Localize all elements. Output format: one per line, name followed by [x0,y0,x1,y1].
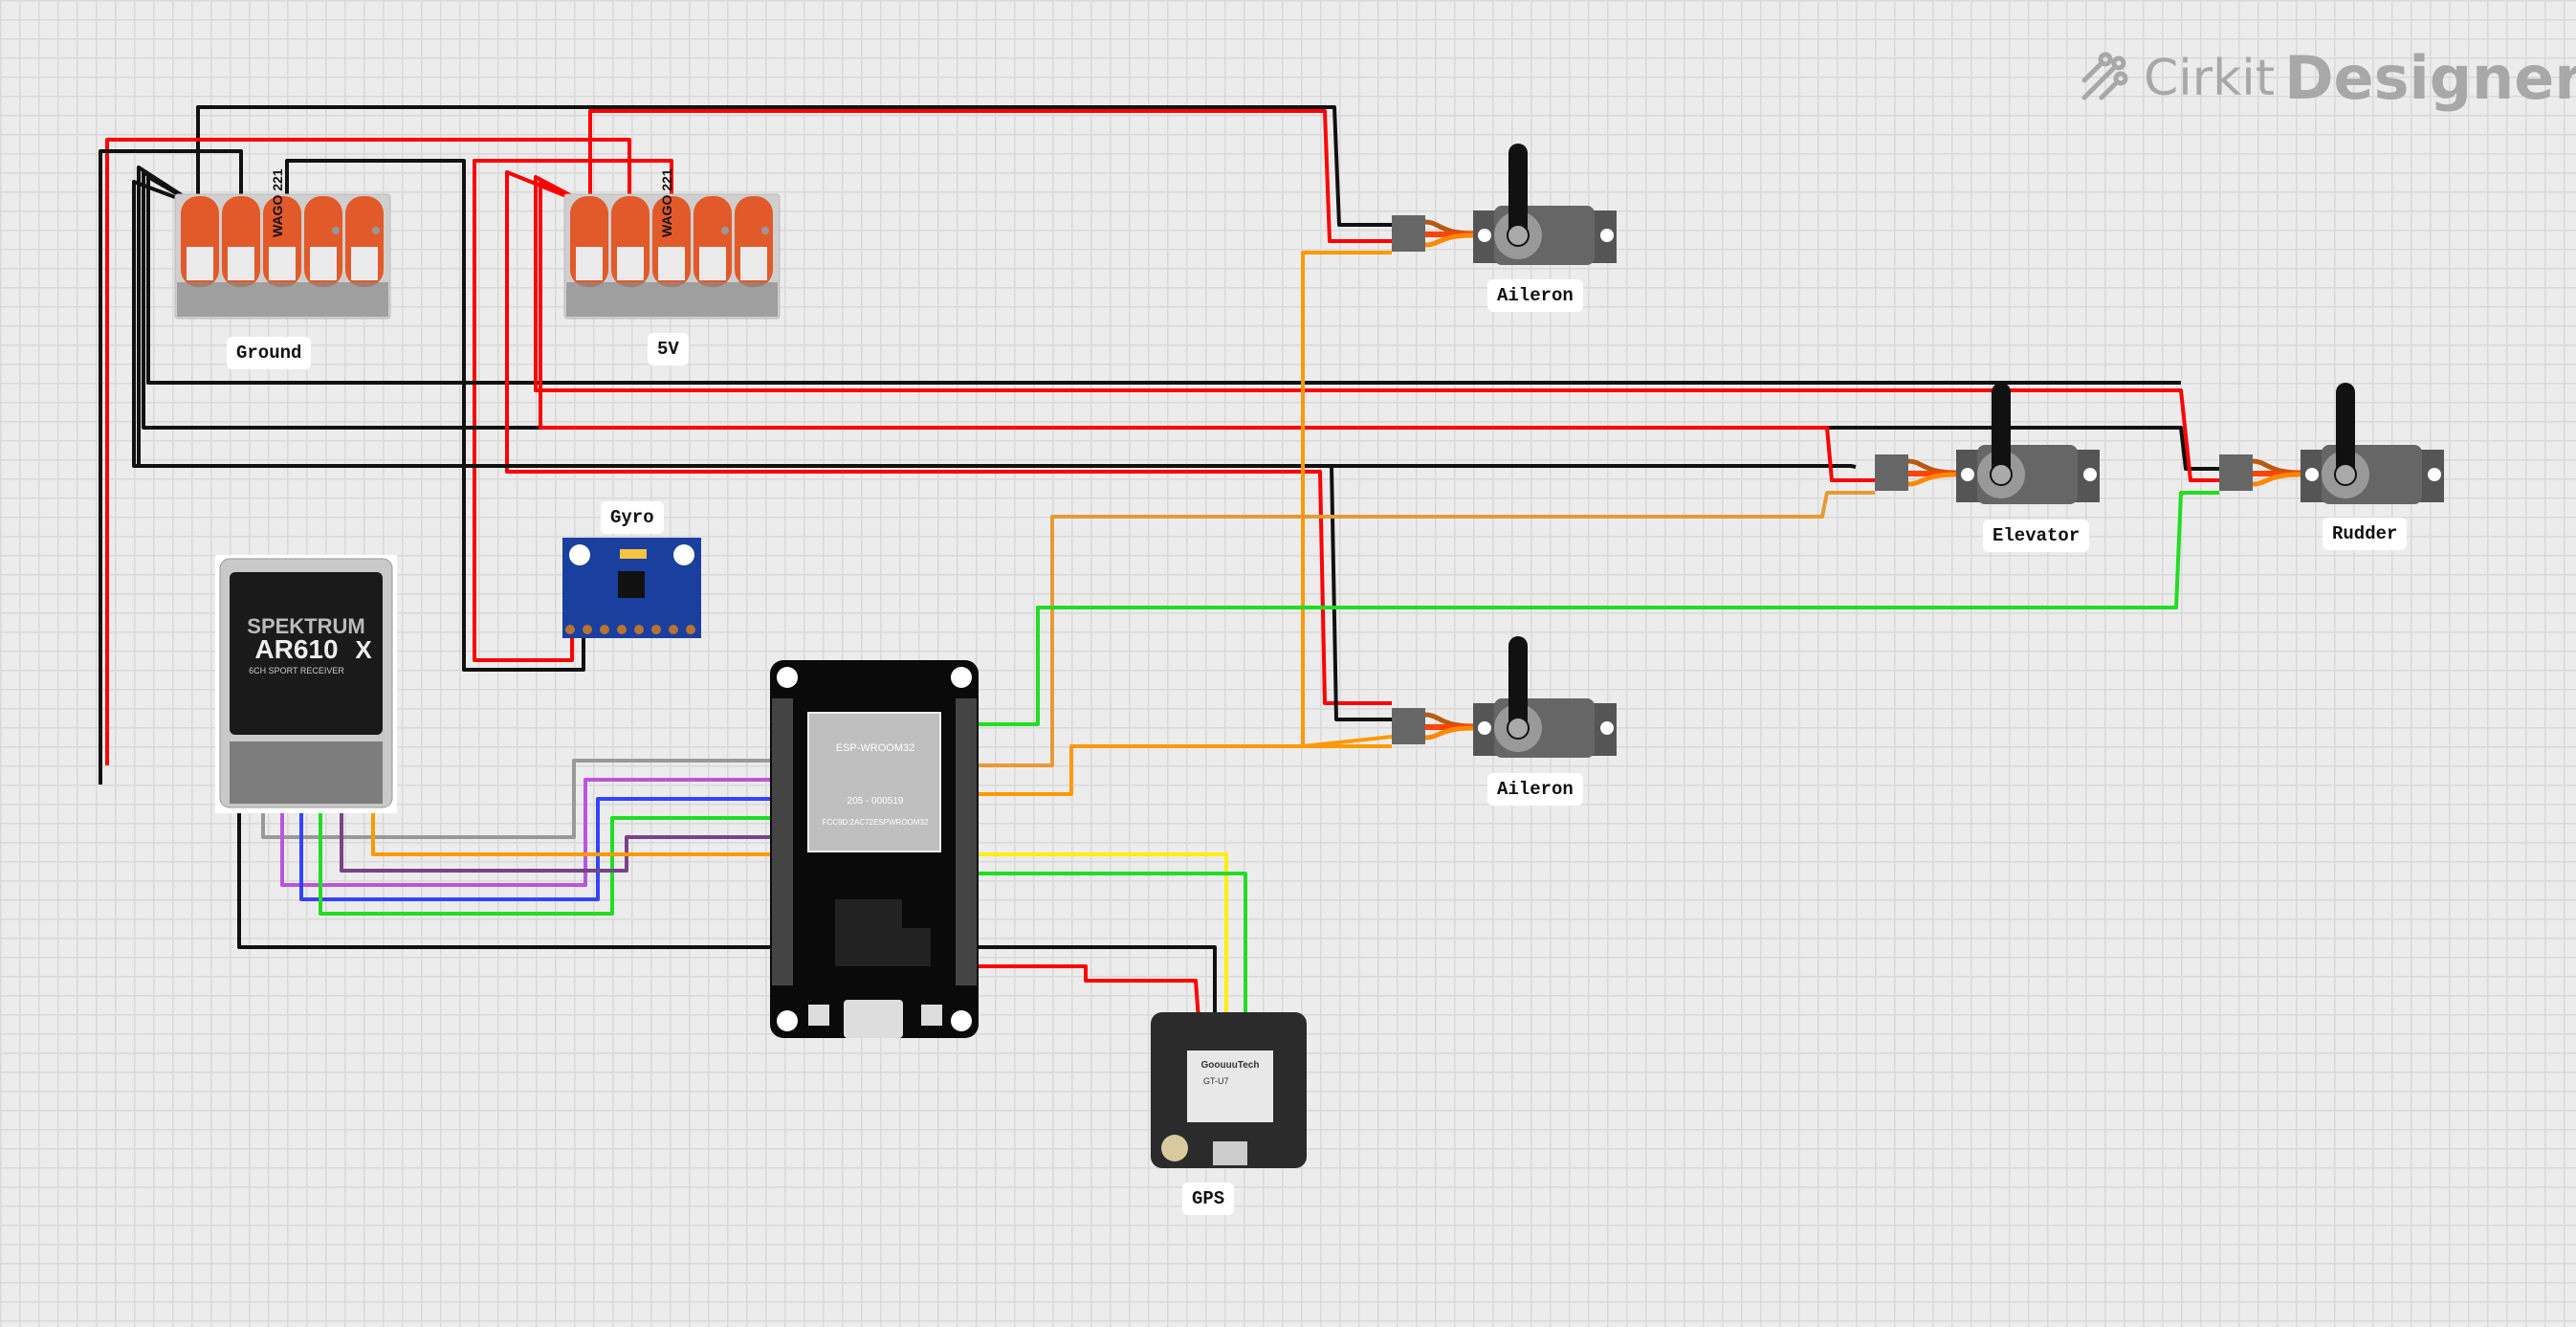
servo-aileron-bottom[interactable] [1392,636,1617,758]
receiver-model: AR610 [254,634,338,664]
spektrum-ar610-receiver[interactable]: SPEKTRUM AR610 X 6CH SPORT RECEIVER [215,555,397,813]
gt-u7-gps-module[interactable]: GoouuuTech GT-U7 [1151,1012,1307,1168]
label-5v: 5V [648,333,689,365]
receiver-model-suffix: X [355,635,372,664]
wago-5v-connector[interactable]: WAGO 221 [563,168,781,320]
wago-ground-connector[interactable]: WAGO 221 [174,168,391,320]
servo-rudder[interactable] [2219,383,2444,504]
esp32-module-name: ESP-WROOM32 [836,742,915,754]
components-layer: WAGO 221 WAGO 221 SPEKTRUM AR610 X 6CH S… [174,144,2444,1168]
mpu6050-gyro-board[interactable] [562,538,701,638]
gps-brand: GoouuuTech [1201,1060,1260,1071]
label-ground: Ground [227,337,312,369]
label-aileron-top: Aileron [1487,279,1583,312]
label-gps: GPS [1182,1183,1235,1215]
esp32-fcc: FCC9D:2AC72ESPWROOM32 [823,818,929,827]
gps-model: GT-U7 [1203,1076,1229,1086]
wago-brand-text: WAGO 221 [270,168,285,237]
label-rudder: Rudder [2323,518,2408,550]
esp32-devkit-board[interactable]: ESP-WROOM32 205 - 000519 FCC9D:2AC72ESPW… [770,660,979,1038]
label-gyro: Gyro [601,501,664,534]
servo-aileron-top[interactable] [1392,144,1617,265]
label-elevator: Elevator [1983,520,2090,552]
esp32-cert: 205 - 000519 [848,796,904,807]
receiver-subtitle: 6CH SPORT RECEIVER [249,666,344,675]
label-aileron-bottom: Aileron [1487,773,1583,806]
servo-elevator[interactable] [1875,383,2100,504]
svg-text:WAGO 221: WAGO 221 [659,168,674,237]
